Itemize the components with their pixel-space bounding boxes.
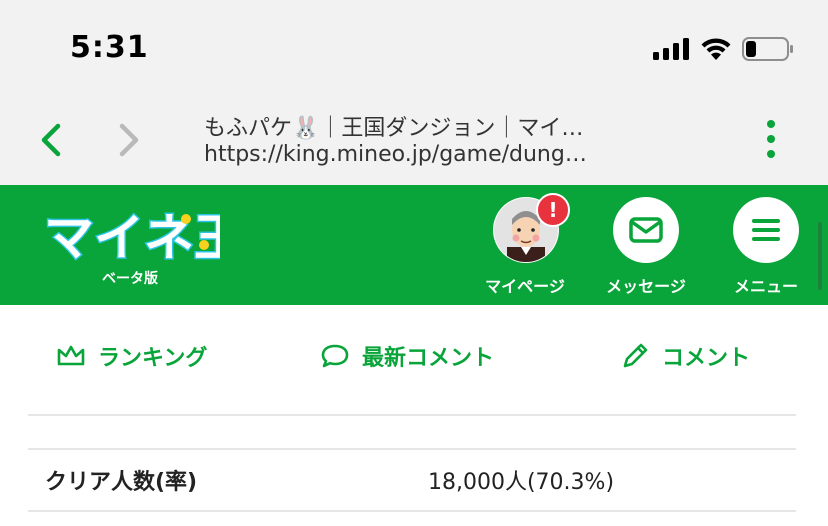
mypage-label[interactable]: マイページ bbox=[470, 273, 580, 297]
menu-button[interactable] bbox=[733, 197, 799, 263]
status-bar: 5:31 bbox=[0, 0, 828, 92]
clear-count-value: 18,000人(70.3%) bbox=[428, 470, 615, 495]
status-time: 5:31 bbox=[70, 30, 149, 65]
speech-bubble-icon bbox=[321, 344, 349, 368]
comment-link[interactable]: コメント bbox=[620, 340, 750, 372]
back-arrow-icon[interactable] bbox=[34, 120, 68, 160]
browser-url[interactable]: https://king.mineo.jp/game/dung… bbox=[204, 142, 587, 167]
browser-tab-title[interactable]: もふパケ🐰｜王国ダンジョン｜マイ… bbox=[204, 110, 583, 142]
latest-comments-link[interactable]: 最新コメント bbox=[320, 340, 494, 372]
envelope-icon bbox=[629, 217, 663, 243]
mineo-king-logo[interactable]: マイネ王 bbox=[44, 205, 220, 268]
browser-toolbar: もふパケ🐰｜王国ダンジョン｜マイ… https://king.mineo.jp/… bbox=[0, 92, 828, 185]
crown-icon bbox=[57, 345, 85, 366]
ranking-label: ランキング bbox=[98, 346, 208, 371]
battery-icon bbox=[742, 37, 793, 61]
message-button[interactable] bbox=[613, 197, 679, 263]
clear-count-label: クリア人数(率) bbox=[45, 470, 198, 495]
cellular-signal-icon bbox=[653, 38, 689, 60]
notification-badge: ! bbox=[536, 193, 570, 227]
page: 5:31 もふパケ🐰｜王国ダンジョン｜マイ… https://king.mine… bbox=[0, 0, 828, 526]
more-options-icon[interactable] bbox=[754, 118, 788, 160]
message-label[interactable]: メッセージ bbox=[591, 273, 701, 297]
forward-arrow-icon[interactable] bbox=[112, 120, 146, 160]
divider bbox=[28, 414, 796, 416]
latest-comments-label: 最新コメント bbox=[362, 346, 495, 371]
wifi-icon bbox=[701, 38, 731, 60]
ranking-link[interactable]: ランキング bbox=[56, 340, 207, 372]
logo-subtitle: ベータ版 bbox=[102, 271, 158, 287]
site-header: マイネ王 ベータ版 ! マイページ メッセージ メニュー bbox=[0, 185, 828, 305]
pencil-icon bbox=[623, 343, 648, 368]
comment-label: コメント bbox=[662, 346, 751, 371]
divider bbox=[28, 510, 796, 512]
hamburger-menu-icon bbox=[752, 219, 780, 241]
svg-text:マイネ王: マイネ王 bbox=[44, 209, 220, 267]
menu-label[interactable]: メニュー bbox=[711, 273, 821, 297]
scrollbar[interactable] bbox=[818, 222, 822, 290]
divider bbox=[28, 448, 796, 450]
